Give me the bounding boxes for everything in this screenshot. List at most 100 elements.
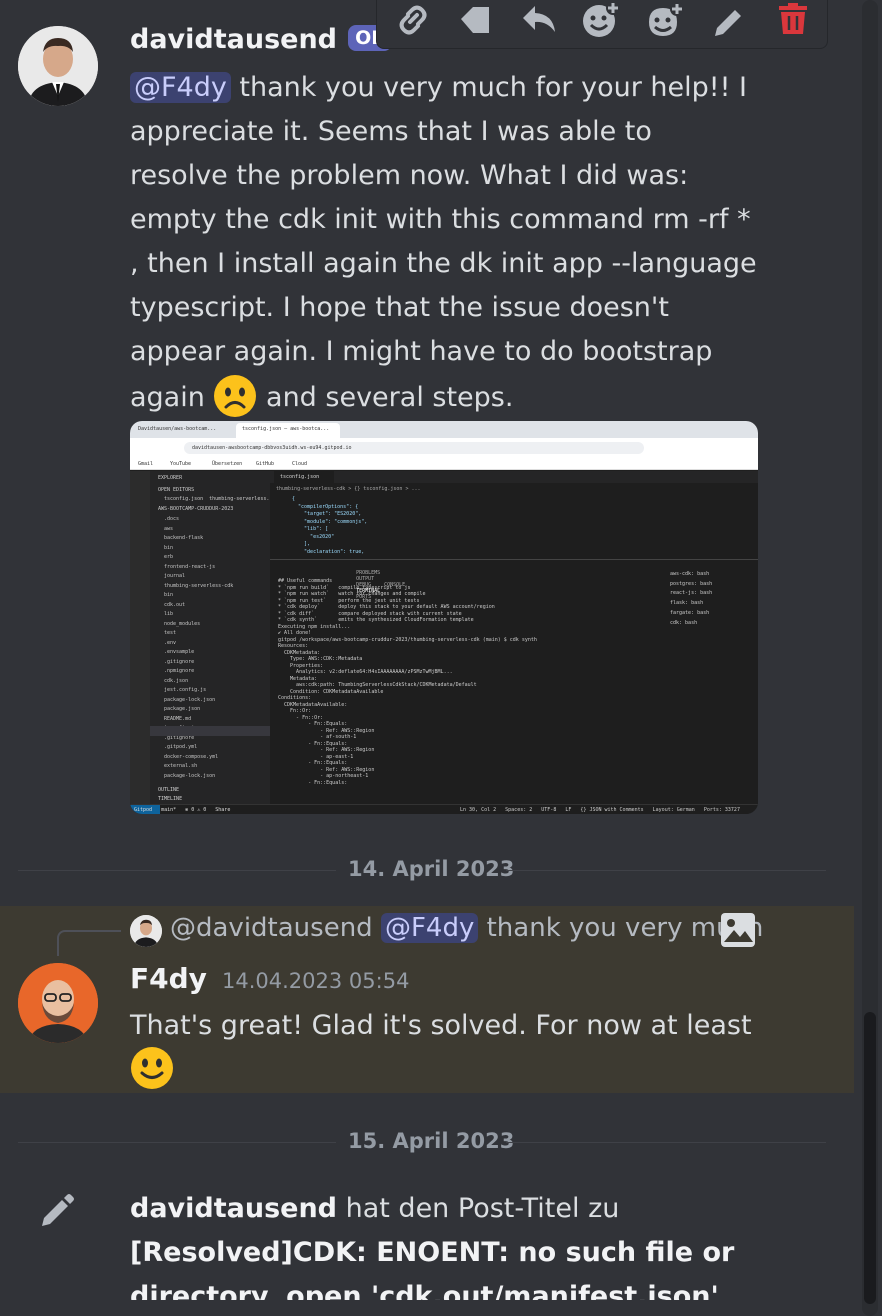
reply-author[interactable]: @davidtausend [170,913,373,943]
terminal-line: - Fn::Equals: [278,779,348,786]
slightly-smiling-face-emoji[interactable] [130,1046,174,1090]
file-tree-item: .env [164,639,177,646]
browser-tab: tsconfig.json — aws-bootca... [242,426,330,432]
reply-avatar[interactable] [130,915,162,947]
file-tree-item: .envsample [164,649,195,655]
date-divider-line [18,870,336,871]
user-mention[interactable]: @F4dy [130,72,231,103]
file-tree-item: .gitignore [164,658,195,665]
author-name[interactable]: davidtausend [130,24,337,55]
avatar-davidtausend[interactable] [18,26,98,106]
bookmark: Gmail [138,461,154,467]
file-tree-item: bin [164,544,174,551]
file-tree-item: test [164,630,177,636]
browser-tab-bar: Davidtausen/aws-bootcam... tsconfig.json… [130,421,758,438]
terminal-line: gitpod /workspace/aws-bootcamp-cruddur-2… [278,636,537,643]
terminal-instance: react-js: bash [670,590,713,597]
date-divider: 15. April 2023 [348,1129,515,1153]
image-icon [721,913,755,947]
vscode-activity-bar [130,471,150,804]
file-tree-item: external.sh [164,763,198,769]
editor-tab: tsconfig.json [280,474,320,480]
system-action: hat den Post-Titel zu [337,1193,620,1224]
code-line: "module": "commonjs", [292,518,368,525]
tag-icon[interactable] [455,2,495,38]
file-tree-item: cdk.out [164,601,186,608]
file-tree-item: bin [164,592,174,598]
file-tree-item: cdk.json [164,677,189,684]
file-tree-item: erb [164,554,174,560]
reply-preview[interactable]: @davidtausend @F4dy thank you very much [170,913,763,943]
message-line: empty the cdk init with this command rm … [130,204,751,235]
add-reaction-icon[interactable] [581,2,621,38]
file-tree-item: aws [164,525,174,532]
terminal-list: aws-cdk: bash postgres: bash react-js: bas… [670,570,712,628]
vscode-editor: tsconfig.json thumbing-serverless-cdk > … [270,471,758,559]
code-line: { [292,496,296,502]
code-lines: { "compilerOptions": { "target": "ES2020… [292,496,367,556]
code-line: "declaration": true, [292,548,365,555]
bookmarks-bar: Gmail YouTube Übersetzen GitHub Cloud [130,458,758,470]
message-line: , then I install again the dk init app -… [130,248,757,279]
super-reaction-icon[interactable] [645,2,685,38]
vscode-terminal-panel: PROBLEMS OUTPUT DEBUG CONSOLE TERMINAL P… [270,559,758,804]
scrollbar-thumb[interactable] [864,1012,876,1304]
message-actions-toolbar [376,0,828,49]
file-tree-item: .docs [164,516,180,522]
file-tree-item: .npmignore [164,668,195,674]
bookmark: Cloud [292,461,308,467]
reply-mention[interactable]: @F4dy [380,913,479,943]
bookmark: Übersetzen [212,461,243,467]
outline-label: OUTLINE [158,787,180,793]
code-line: "lib": [ [292,526,329,532]
terminal-output: ## Useful commands * `npm run build` comp… [278,578,537,786]
explorer-title: EXPLORER [158,475,183,481]
avatar-image [18,26,98,106]
reply-icon[interactable] [519,2,559,38]
date-divider: 14. April 2023 [348,857,515,881]
file-tree-item: lib [164,611,174,617]
browser-address-bar: davidtausen-awsbootcamp-dbbvos3uidh.ws-e… [130,438,758,458]
avatar-image [18,963,98,1043]
date-divider-line [506,870,826,871]
file-tree-item: jest.config.js [164,687,207,693]
file-tree-item: package-lock.json [164,772,216,779]
file-tree-item: journal [164,573,186,579]
file-tree-item: .gitpod.yml [164,744,198,750]
terminal-instance: fargate: bash [670,609,710,616]
message-line: resolve the problem now. What I did was: [130,160,689,191]
terminal-instance: postgres: bash [670,580,713,587]
open-editors-label: OPEN EDITORS [158,487,195,493]
terminal-instance: cdk: bash [670,619,698,626]
status-right: Ln 30, Col 2 Spaces: 2 UTF-8 LF {} JSON … [460,807,740,813]
timeline-label: TIMELINE [158,796,183,802]
code-line: "compilerOptions": { [292,503,359,510]
pencil-icon [42,1194,74,1226]
system-message: davidtausend hat den Post-Titel zu [Reso… [130,1187,850,1316]
image-attachment[interactable]: Davidtausen/aws-bootcam... tsconfig.json… [130,421,758,814]
bookmark: YouTube [170,461,192,467]
file-tree-item: package.json [164,706,201,712]
author-name[interactable]: davidtausend [130,1193,337,1224]
timestamp[interactable]: 14.04.2023 05:54 [222,969,409,993]
pencil-icon[interactable] [709,2,749,38]
message-line-start: again [130,382,214,413]
reply-avatar-image [130,915,162,947]
link-icon[interactable] [393,2,433,38]
author-name[interactable]: F4dy [130,962,207,995]
editor-breadcrumb: thumbing-serverless-cdk > {} tsconfig.js… [276,486,421,492]
date-divider-line [18,1142,336,1143]
trash-icon[interactable] [773,2,813,38]
status-left: Gitpod main* ⊗ 0 ⚠ 0 Share [134,807,231,813]
file-tree-item: backend-flask [164,535,204,541]
url-text: davidtausen-awsbootcamp-dbbvos3uidh.ws-e… [192,445,352,451]
bookmark: GitHub [256,461,275,467]
message-line: thank you very much for your help!! I [230,72,747,103]
frowning-face-emoji[interactable] [213,374,257,418]
post-title-line: [Resolved]CDK: ENOENT: no such file or [130,1237,735,1268]
project-label: AWS-BOOTCAMP-CRUDDUR-2023 [158,506,234,512]
terminal-instance: aws-cdk: bash [670,571,710,577]
terminal-instance: flask: bash [670,600,704,607]
browser-tab: Davidtausen/aws-bootcam... [138,426,217,432]
avatar-f4dy[interactable] [18,963,98,1043]
